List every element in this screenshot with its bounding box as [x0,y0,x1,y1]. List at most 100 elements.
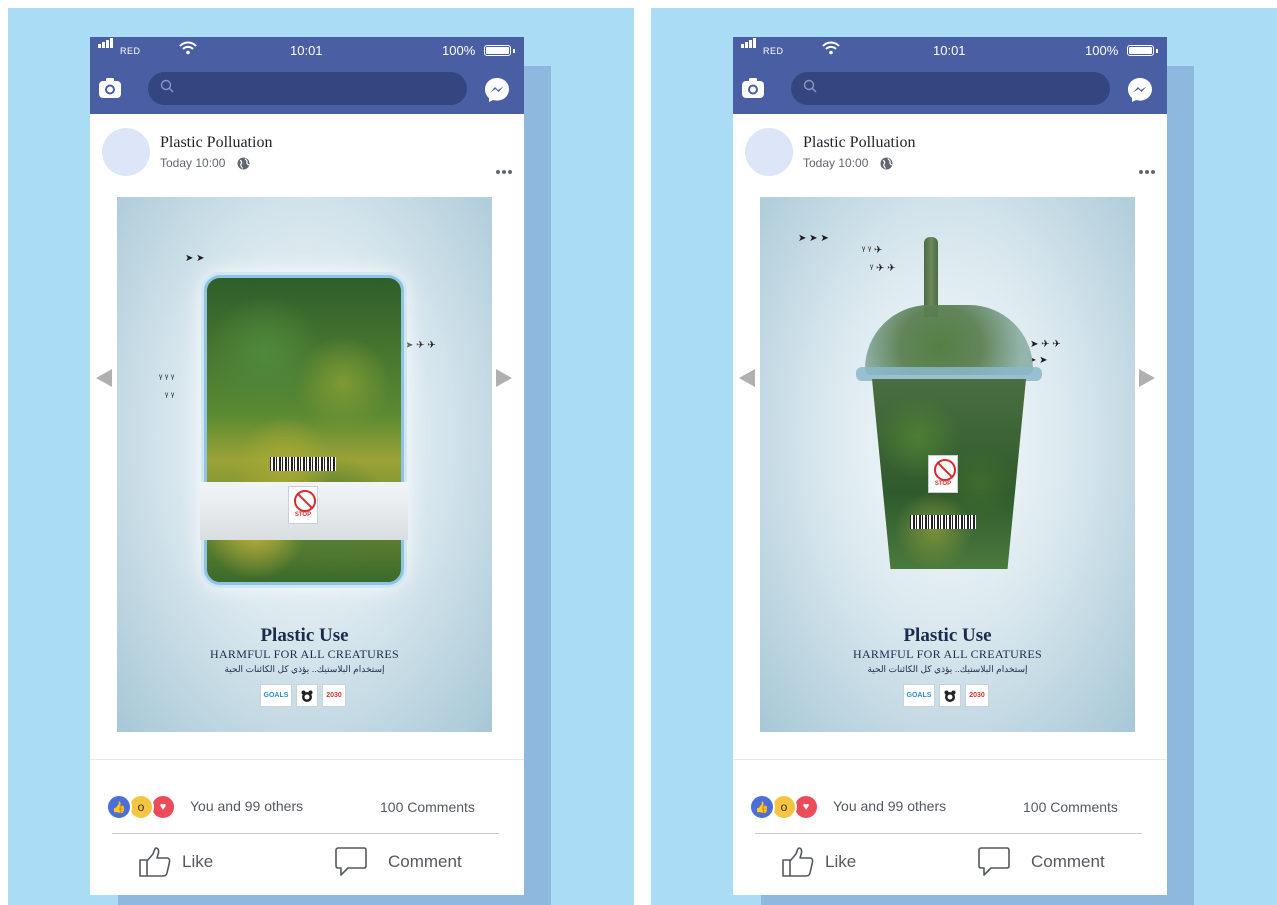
poster-arabic-text: إستخدام البلاستيك.. يؤذي كل الكائنات الح… [224,664,385,674]
post-header: Plastic Polluation Today 10:00 [90,114,524,194]
post-author[interactable]: Plastic Polluation [803,134,915,152]
comment-button[interactable]: Comment [334,843,462,881]
top-nav-bar [733,66,1167,114]
comment-icon [335,847,367,876]
like-reaction-icon: 👍 [749,794,775,820]
like-label: Like [182,852,214,871]
camera-icon[interactable] [741,76,765,100]
engagement-bar: 👍 o ♥ You and 99 others 100 Comments Lik… [90,779,524,895]
bird-icon: ᵞ ᵞ ᵞ [159,373,175,384]
bird-icon: ᵞ ✈ ✈ [870,263,896,274]
post-time: Today 10:00 [803,156,869,170]
thumbs-up-icon [782,847,814,877]
status-time: 10:01 [933,43,966,58]
bird-icon: ᵞ ᵞ ✈ [862,245,883,256]
prev-arrow-icon[interactable] [739,369,755,387]
sdg-logo: GOALS [260,684,292,707]
search-input[interactable] [148,72,467,105]
post-meta: Today 10:00 [160,156,250,170]
comment-icon [978,847,1010,876]
cup-lid [865,305,1033,375]
battery-percent: 100% [1085,43,1119,58]
like-button[interactable]: Like [781,843,856,881]
vision-2030-logo: 2030 [965,684,989,707]
comment-label: Comment [388,852,462,871]
post-author[interactable]: Plastic Polluation [160,134,272,152]
reactions-text[interactable]: You and 99 others [190,798,303,814]
status-time: 10:01 [290,43,323,58]
cup-rim [856,367,1042,381]
phone-screen: RED 10:01 100% Plastic Polluation Today … [90,37,524,895]
divider [755,833,1142,834]
avatar[interactable] [102,128,150,176]
poster-arabic-text: إستخدام البلاستيك.. يؤذي كل الكائنات الح… [867,664,1028,674]
wwf-logo [939,684,961,707]
status-bar: RED 10:01 100% [733,37,1167,66]
carrier-label: RED [763,46,784,56]
globe-icon [237,157,250,169]
poster-title: Plastic Use [260,625,349,646]
post-header: Plastic Polluation Today 10:00 [733,114,1167,194]
like-label: Like [825,852,857,871]
divider [733,759,1167,760]
top-nav-bar [90,66,524,114]
phone-screen: RED 10:01 100% Plastic Polluation Today … [733,37,1167,895]
post-image[interactable]: ➤ ➤ ➤ ᵞ ᵞ ✈ ᵞ ✈ ✈ ➤ ✈ ✈ ➤ ➤ STOP Plastic… [760,197,1135,732]
more-icon[interactable] [1137,161,1155,179]
post-time: Today 10:00 [160,156,226,170]
prev-arrow-icon[interactable] [96,369,112,387]
search-icon [160,79,174,93]
search-icon [803,79,817,93]
comment-button[interactable]: Comment [977,843,1105,881]
sponsor-logos: GOALS 2030 [260,684,346,707]
reactions-summary[interactable]: 👍 o ♥ [106,794,176,820]
stop-sign-icon: STOP [928,455,958,493]
engagement-bar: 👍 o ♥ You and 99 others 100 Comments Lik… [733,779,1167,895]
messenger-icon[interactable] [484,77,510,103]
wwf-logo [296,684,318,707]
comments-count[interactable]: 100 Comments [380,799,475,815]
like-reaction-icon: 👍 [106,794,132,820]
more-icon[interactable] [494,161,512,179]
poster-subtitle: HARMFUL FOR ALL CREATURES [853,647,1042,661]
sponsor-logos: GOALS 2030 [903,684,989,707]
bird-icon: ➤ ✈ ✈ [1030,339,1061,350]
bird-icon: ➤ ➤ ➤ [798,233,829,244]
bird-icon: ➤ ➤ [185,253,205,264]
poster-subtitle: HARMFUL FOR ALL CREATURES [210,647,399,661]
vision-2030-logo: 2030 [322,684,346,707]
battery-percent: 100% [442,43,476,58]
wifi-icon [179,41,197,60]
barcode [270,457,336,471]
reactions-summary[interactable]: 👍 o ♥ [749,794,819,820]
reactions-text[interactable]: You and 99 others [833,798,946,814]
comment-label: Comment [1031,852,1105,871]
mockup-panel-right: RED 10:01 100% Plastic Polluation Today … [651,8,1277,905]
stop-sign-icon: STOP [288,486,318,524]
bird-icon: ➤ ✈ ✈ [405,340,436,351]
globe-icon [880,157,893,169]
divider [90,759,524,760]
post-image[interactable]: ➤ ➤ ➤ ✈ ✈ ᵞ ᵞ ᵞ ᵞ ᵞ STOP Plastic Use HAR… [117,197,492,732]
next-arrow-icon[interactable] [496,369,512,387]
post-meta: Today 10:00 [803,156,893,170]
battery-icon [484,45,515,56]
like-button[interactable]: Like [138,843,213,881]
poster-title: Plastic Use [903,625,992,646]
status-bar: RED 10:01 100% [90,37,524,66]
carrier-label: RED [120,46,141,56]
sdg-logo: GOALS [903,684,935,707]
thumbs-up-icon [139,847,171,877]
avatar[interactable] [745,128,793,176]
divider [112,833,499,834]
next-arrow-icon[interactable] [1139,369,1155,387]
search-input[interactable] [791,72,1110,105]
messenger-icon[interactable] [1127,77,1153,103]
camera-icon[interactable] [98,76,122,100]
barcode [910,515,976,529]
comments-count[interactable]: 100 Comments [1023,799,1118,815]
wifi-icon [822,41,840,60]
battery-icon [1127,45,1158,56]
bird-icon: ᵞ ᵞ [165,391,175,402]
mockup-panel-left: RED 10:01 100% Plastic Polluation Today … [8,8,634,905]
